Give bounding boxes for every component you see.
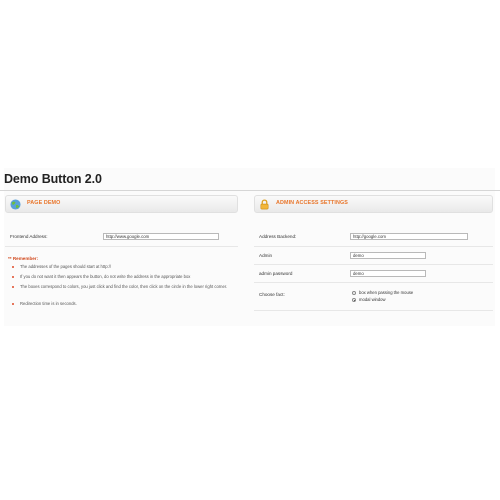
address-backend-label: Address Backend: xyxy=(259,234,297,239)
radio-box-hover-label: box when passing the mouse xyxy=(359,290,414,295)
bullet-icon xyxy=(12,286,14,288)
frontend-address-input[interactable] xyxy=(103,233,219,240)
page-demo-title: PAGE DEMO xyxy=(27,200,61,206)
choose-fact-row: Choose fact: box when passing the mouse … xyxy=(254,285,493,311)
page-demo-header: PAGE DEMO xyxy=(5,195,238,213)
address-backend-row: Address Backend: xyxy=(254,229,493,247)
admin-row: Admin xyxy=(254,247,493,265)
radio-box-hover[interactable] xyxy=(352,291,356,295)
admin-access-title: ADMIN ACCESS SETTINGS xyxy=(276,200,348,206)
admin-access-header: ADMIN ACCESS SETTINGS xyxy=(254,195,493,213)
page-title: Demo Button 2.0 xyxy=(4,172,102,186)
admin-label: Admin xyxy=(259,253,273,258)
note-item: The addresses of the pages should start … xyxy=(12,264,234,271)
lock-icon xyxy=(260,199,269,210)
note-item: Redirection time is in seconds. xyxy=(12,301,234,308)
radio-modal-window[interactable] xyxy=(352,298,356,302)
admin-password-row: admin password xyxy=(254,265,493,283)
radio-modal-window-label: modal window xyxy=(359,297,386,302)
note-item: If you do not want it then appears the b… xyxy=(12,274,234,281)
bullet-icon xyxy=(12,276,14,278)
choose-fact-label: Choose fact: xyxy=(259,292,285,297)
page-demo-panel: PAGE DEMO Frontend Address: ** Remember:… xyxy=(5,195,238,320)
remember-heading: ** Remember: xyxy=(8,256,39,261)
admin-password-input[interactable] xyxy=(350,270,426,277)
admin-access-panel: ADMIN ACCESS SETTINGS Address Backend: A… xyxy=(254,195,493,320)
bullet-icon xyxy=(12,303,14,305)
title-divider xyxy=(0,190,500,191)
frontend-address-row: Frontend Address: xyxy=(5,229,238,247)
note-item: The boxes correspond to colors, you just… xyxy=(12,284,234,291)
globe-icon xyxy=(10,199,21,210)
admin-input[interactable] xyxy=(350,252,426,259)
admin-password-label: admin password xyxy=(259,271,293,276)
address-backend-input[interactable] xyxy=(350,233,468,240)
frontend-address-label: Frontend Address: xyxy=(10,234,48,239)
bullet-icon xyxy=(12,266,14,268)
